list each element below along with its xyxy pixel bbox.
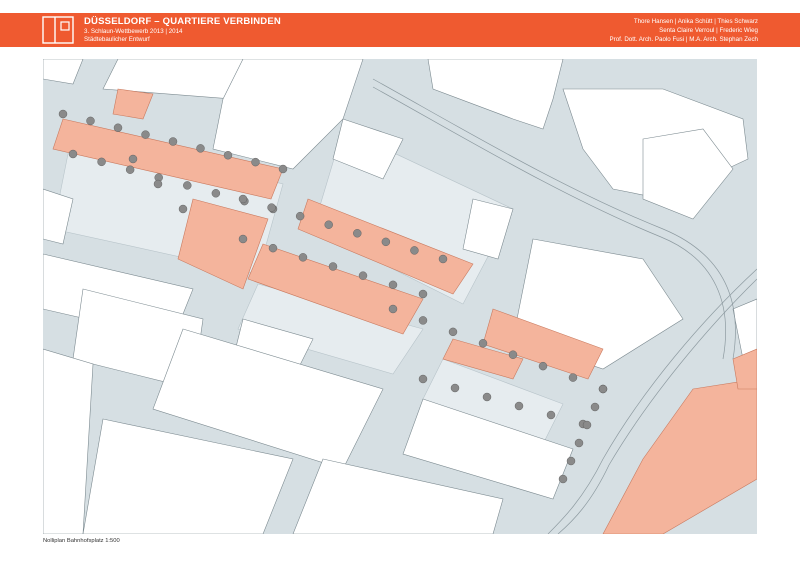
tree [478, 339, 488, 348]
tree [418, 289, 428, 299]
building [427, 59, 564, 130]
tree [196, 144, 205, 153]
tree [128, 154, 138, 164]
header-bar: DÜSSELDORF – QUARTIERE VERBINDEN 3. Schl… [0, 13, 800, 47]
tree [153, 179, 163, 189]
building [43, 59, 84, 85]
building [732, 298, 757, 360]
tree [450, 383, 460, 393]
tree [238, 194, 248, 204]
logo-icon [42, 16, 74, 44]
tree [113, 123, 123, 132]
tree [58, 109, 68, 119]
tree [328, 262, 338, 271]
proposed-block-southeast [602, 378, 757, 534]
tree [514, 401, 524, 411]
tree [353, 229, 362, 238]
tree [438, 254, 448, 264]
subtitle-design: Städtebaulicher Entwurf [84, 36, 150, 43]
tree [183, 181, 192, 190]
tree [566, 456, 576, 466]
tree [278, 164, 288, 174]
tree [168, 137, 178, 146]
tree [558, 474, 568, 484]
subtitle-competition: 3. Schlaun-Wettbewerb 2013 | 2014 [84, 28, 183, 35]
tree [388, 280, 398, 290]
tree [267, 203, 276, 212]
tree [582, 420, 592, 430]
tree [86, 116, 95, 126]
tree [418, 374, 428, 384]
building [43, 188, 74, 245]
tree [482, 392, 492, 402]
tree [381, 237, 391, 247]
tree [590, 402, 600, 412]
tree [324, 220, 333, 229]
tree [388, 304, 398, 314]
tree [211, 189, 221, 198]
tree [223, 151, 233, 160]
tree [448, 327, 458, 337]
tree [410, 246, 419, 255]
page-title: DÜSSELDORF – QUARTIERE VERBINDEN [84, 16, 281, 27]
proposed-building [112, 88, 154, 120]
tree [141, 130, 150, 139]
tree [568, 373, 578, 382]
tree [178, 204, 188, 214]
tree [125, 165, 135, 174]
tree [508, 350, 518, 359]
tree [97, 157, 106, 167]
credits-line-2: Senta Claire Verroul | Frederic Wieg [659, 27, 758, 34]
credits-line-1: Thore Hansen | Anika Schütt | Thies Schw… [633, 18, 758, 25]
building [43, 348, 94, 534]
tree [68, 149, 78, 159]
nolli-map [43, 59, 757, 534]
tree [298, 253, 308, 262]
tree [295, 211, 305, 221]
tree [268, 243, 278, 253]
credits-line-3: Prof. Dott. Arch. Paolo Fusi | M.A. Arch… [609, 36, 758, 43]
credits: Thore Hansen | Anika Schütt | Thies Schw… [610, 17, 758, 44]
tree [238, 234, 248, 244]
map-caption: Nolliplan Bahnhofsplatz 1:500 [43, 538, 120, 544]
tree [598, 384, 608, 394]
tree [574, 438, 584, 448]
map-drawing [43, 59, 757, 534]
tree [358, 271, 368, 280]
tree [251, 157, 260, 167]
tree [538, 361, 548, 371]
tree [546, 410, 556, 420]
tree [418, 316, 428, 325]
